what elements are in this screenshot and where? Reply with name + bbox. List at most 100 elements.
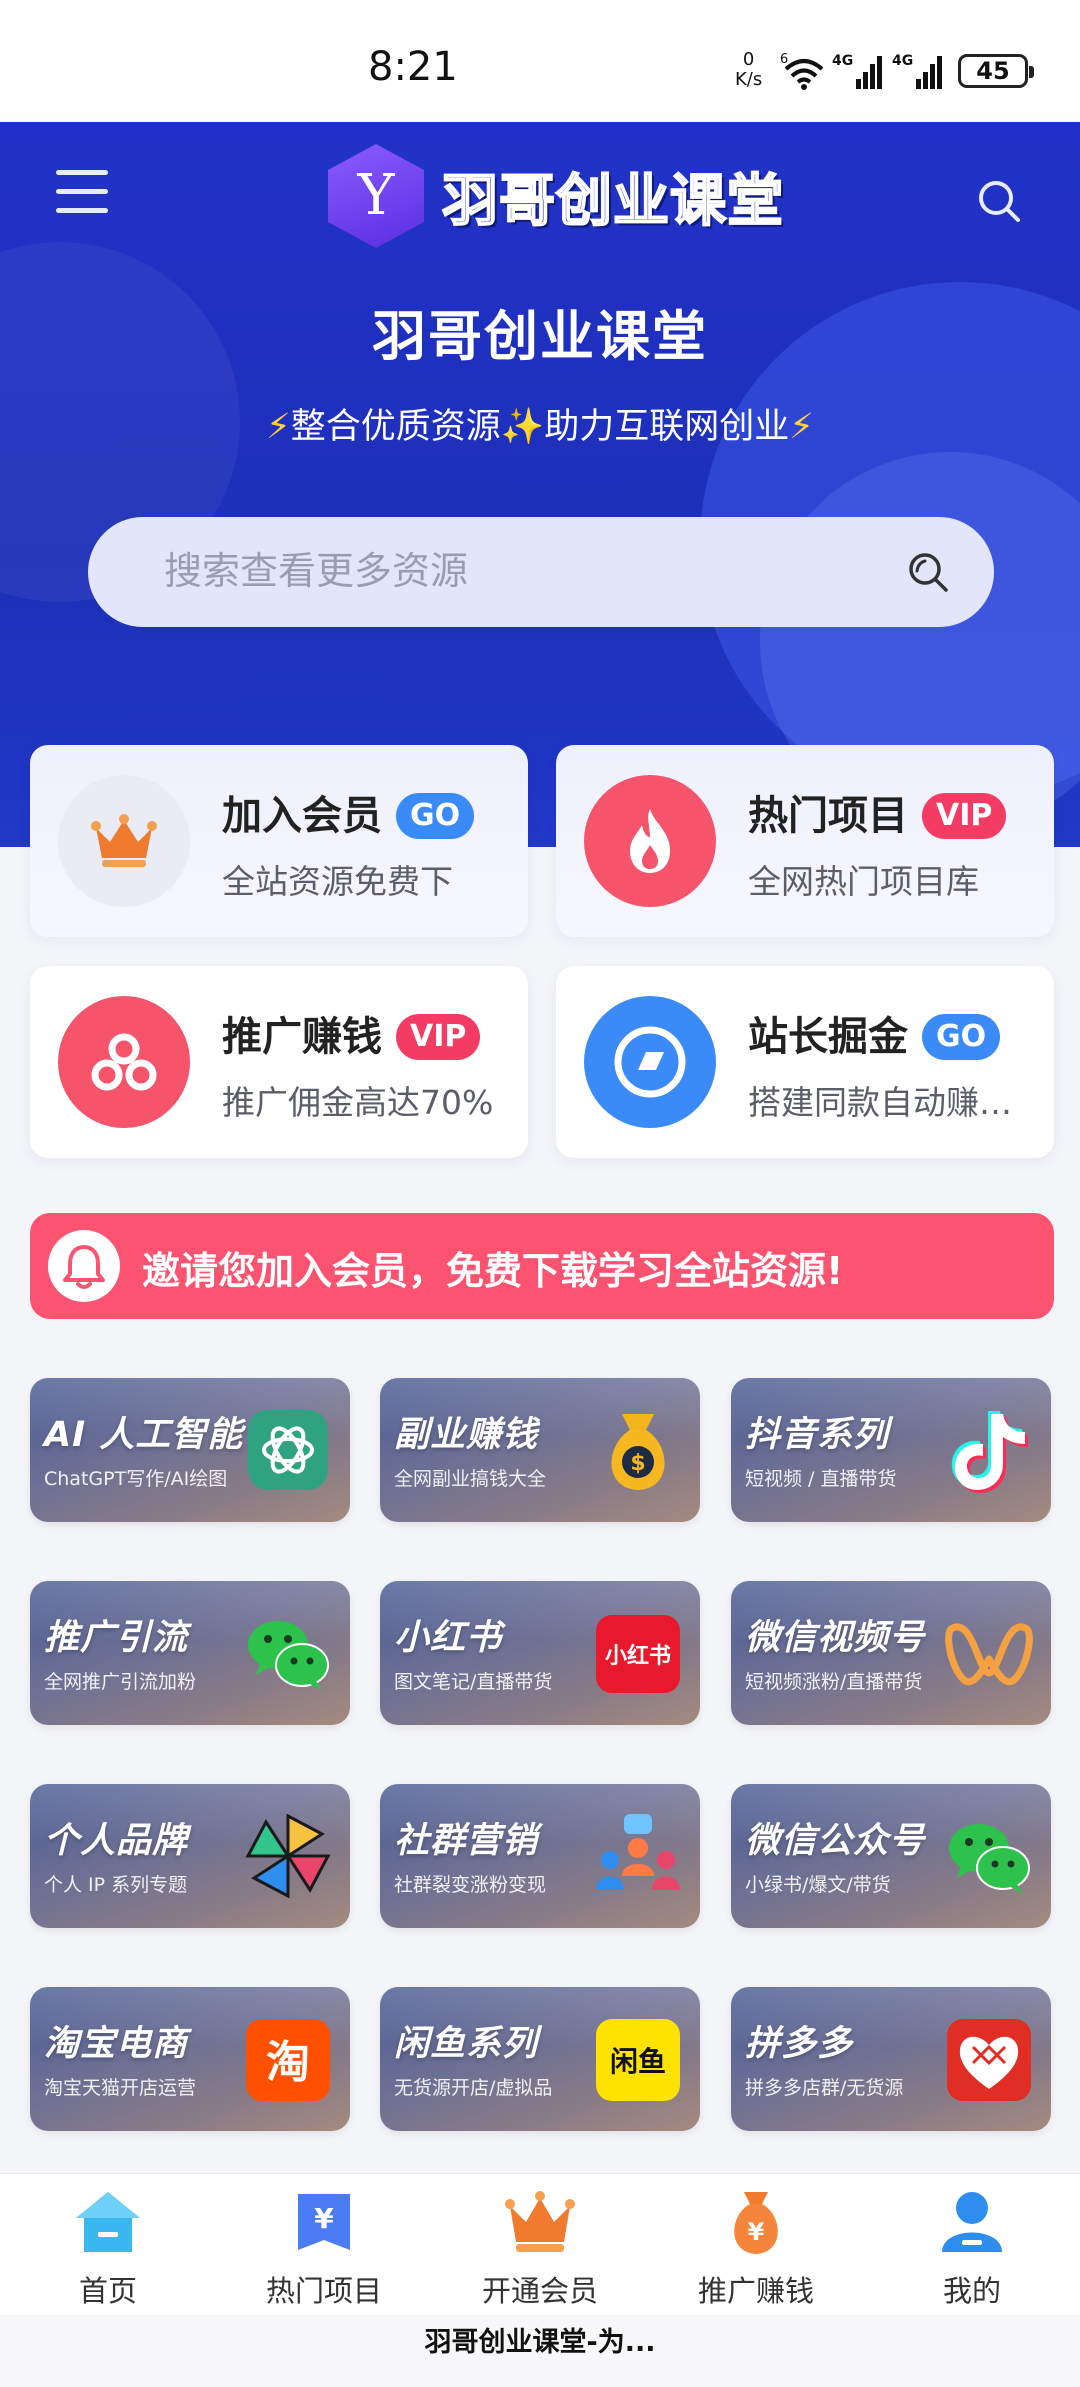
svg-text:小红书: 小红书 xyxy=(605,1643,671,1669)
chatgpt-icon xyxy=(248,1410,328,1490)
category-tile-side-hustle[interactable]: 副业赚钱 全网副业搞钱大全 $ xyxy=(380,1378,700,1522)
svg-text:¥: ¥ xyxy=(748,2218,765,2246)
feature-title: 站长掘金 GO xyxy=(748,1004,1001,1062)
category-subtitle: 拼多多店群/无货源 xyxy=(745,2077,904,2099)
network-speed: 0 K/s xyxy=(735,50,762,90)
category-title: 抖音系列 xyxy=(745,1415,890,1455)
category-tile-douyin[interactable]: 抖音系列 短视频 / 直播带货 xyxy=(731,1378,1051,1522)
category-subtitle: 图文笔记/直播带货 xyxy=(394,1671,553,1693)
tab-label: 我的 xyxy=(942,2274,1001,2308)
bell-icon xyxy=(48,1230,120,1302)
flame-icon xyxy=(584,775,716,907)
status-badge: GO xyxy=(396,793,475,839)
feature-desc: 全站资源免费下 xyxy=(222,862,453,901)
user-icon xyxy=(942,2192,1002,2252)
crown-icon xyxy=(58,775,190,907)
svg-text:4G: 4G xyxy=(832,53,853,69)
invite-text: 邀请您加入会员，免费下载学习全站资源! xyxy=(142,1249,844,1293)
tab-home[interactable]: 首页 xyxy=(8,2188,208,2310)
community-icon xyxy=(596,1814,680,1890)
logo-text: 羽哥创业课堂 xyxy=(441,167,784,235)
feature-title: 加入会员 GO xyxy=(222,783,475,841)
page-title: 羽哥创业课堂 xyxy=(372,305,708,368)
lightning-icon: ⚡ xyxy=(266,407,291,447)
category-title: 小红书 xyxy=(394,1618,503,1658)
feature-card-webmaster[interactable]: 站长掘金GO 搭建同款自动赚钱网站 xyxy=(556,966,1054,1158)
category-tile-official-account[interactable]: 微信公众号 小绿书/爆文/带货 xyxy=(731,1784,1051,1928)
feature-card-membership[interactable]: 加入会员 GO 全站资源免费下 xyxy=(30,745,528,937)
tab-membership[interactable]: 开通会员 xyxy=(440,2188,640,2310)
wifi-icon: 6 xyxy=(780,52,824,90)
tab-label: 开通会员 xyxy=(481,2274,598,2308)
category-tile-channels[interactable]: 微信视频号 短视频涨粉/直播带货 xyxy=(731,1581,1051,1725)
logo-icon: Y xyxy=(328,144,424,248)
wechat-icon xyxy=(949,1824,1030,1894)
category-subtitle: ChatGPT写作/AI绘图 xyxy=(44,1468,228,1490)
tab-label: 推广赚钱 xyxy=(697,2274,814,2308)
crown-icon xyxy=(505,2191,575,2252)
search-icon[interactable] xyxy=(976,178,1022,224)
svg-text:闲鱼: 闲鱼 xyxy=(610,2045,666,2078)
category-title: 社群营销 xyxy=(394,1821,539,1861)
category-tile-pinduoduo[interactable]: 拼多多 拼多多店群/无货源 xyxy=(731,1987,1051,2131)
bottom-nav: 首页 ¥ 热门项目 开通会员 ¥ 推广赚钱 我的 xyxy=(0,2173,1080,2315)
category-subtitle: 个人 IP 系列专题 xyxy=(44,1874,188,1896)
battery-icon: 45 xyxy=(958,54,1034,88)
svg-text:4G: 4G xyxy=(892,53,913,69)
feature-card-hot-projects[interactable]: 热门项目 VIP 全网热门项目库 xyxy=(556,745,1054,937)
category-subtitle: 无货源开店/虚拟品 xyxy=(394,2077,553,2099)
category-subtitle: 淘宝天猫开店运营 xyxy=(44,2077,197,2099)
status-badge: VIP xyxy=(922,793,1007,839)
tab-profile[interactable]: 我的 xyxy=(872,2188,1072,2310)
category-subtitle: 短视频涨粉/直播带货 xyxy=(745,1671,923,1693)
status-icons: 6 4G 4G xyxy=(780,48,944,94)
svg-text:淘: 淘 xyxy=(266,2037,310,2088)
lightning-icon: ⚡ xyxy=(789,407,814,447)
home-icon xyxy=(76,2192,140,2252)
pinduoduo-icon xyxy=(947,2019,1031,2101)
category-tile-taobao[interactable]: 淘宝电商 淘宝天猫开店运营 淘 xyxy=(30,1987,350,2131)
feature-title: 热门项目 VIP xyxy=(748,783,1007,841)
network-speed-value: 0 xyxy=(742,49,755,70)
xianyu-icon: 闲鱼 xyxy=(596,2019,680,2101)
status-time: 8:21 xyxy=(368,44,458,90)
tab-promotion[interactable]: ¥ 推广赚钱 xyxy=(656,2188,856,2310)
category-tile-xiaohongshu[interactable]: 小红书 图文笔记/直播带货 小红书 xyxy=(380,1581,700,1725)
hero-header: Y 羽哥创业课堂 羽哥创业课堂 ⚡整合优质资源✨助力互联网创业⚡ xyxy=(0,122,1080,847)
invite-banner[interactable]: 邀请您加入会员，免费下载学习全站资源! xyxy=(30,1213,1054,1319)
category-title: 微信视频号 xyxy=(745,1618,926,1658)
search-input[interactable] xyxy=(164,542,864,602)
status-badge: GO xyxy=(922,1014,1001,1060)
category-subtitle: 社群裂变涨粉变现 xyxy=(394,1874,547,1896)
category-title: 副业赚钱 xyxy=(394,1415,539,1455)
search-icon[interactable] xyxy=(906,550,950,594)
page-subtitle: ⚡整合优质资源✨助力互联网创业⚡ xyxy=(0,398,1080,449)
app-title-bar: 羽哥创业课堂-为... xyxy=(0,2315,1080,2387)
tab-label: 首页 xyxy=(78,2274,137,2308)
feature-card-promotion[interactable]: 推广赚钱 VIP 推广佣金高达70% xyxy=(30,966,528,1158)
svg-text:6: 6 xyxy=(780,52,788,67)
pinwheel-icon xyxy=(245,1813,331,1899)
category-tile-ai[interactable]: AI 人工智能 ChatGPT写作/AI绘图 xyxy=(30,1378,350,1522)
taobao-icon: 淘 xyxy=(246,2019,330,2101)
category-title: 推广引流 xyxy=(44,1618,189,1658)
tiktok-icon xyxy=(951,1411,1028,1493)
category-subtitle: 小绿书/爆文/带货 xyxy=(745,1874,891,1896)
category-tile-community[interactable]: 社群营销 社群裂变涨粉变现 xyxy=(380,1784,700,1928)
category-tile-traffic[interactable]: 推广引流 全网推广引流加粉 xyxy=(30,1581,350,1725)
category-title: AI 人工智能 xyxy=(44,1415,244,1455)
category-subtitle: 全网副业搞钱大全 xyxy=(394,1468,547,1490)
compass-icon xyxy=(584,996,716,1128)
category-subtitle: 全网推广引流加粉 xyxy=(44,1671,197,1693)
network-speed-unit: K/s xyxy=(735,69,763,90)
search-bar[interactable] xyxy=(88,517,994,627)
money-bag-icon: ¥ xyxy=(734,2192,778,2254)
category-subtitle: 短视频 / 直播带货 xyxy=(745,1468,897,1490)
menu-button[interactable] xyxy=(56,170,112,220)
category-tile-personal-brand[interactable]: 个人品牌 个人 IP 系列专题 xyxy=(30,1784,350,1928)
tab-hot-projects[interactable]: ¥ 热门项目 xyxy=(224,2188,424,2310)
feature-desc: 搭建同款自动赚钱网站 xyxy=(748,1083,1038,1122)
category-title: 淘宝电商 xyxy=(44,2024,189,2064)
money-bag-icon: $ xyxy=(611,1414,665,1490)
category-tile-xianyu[interactable]: 闲鱼系列 无货源开店/虚拟品 闲鱼 xyxy=(380,1987,700,2131)
